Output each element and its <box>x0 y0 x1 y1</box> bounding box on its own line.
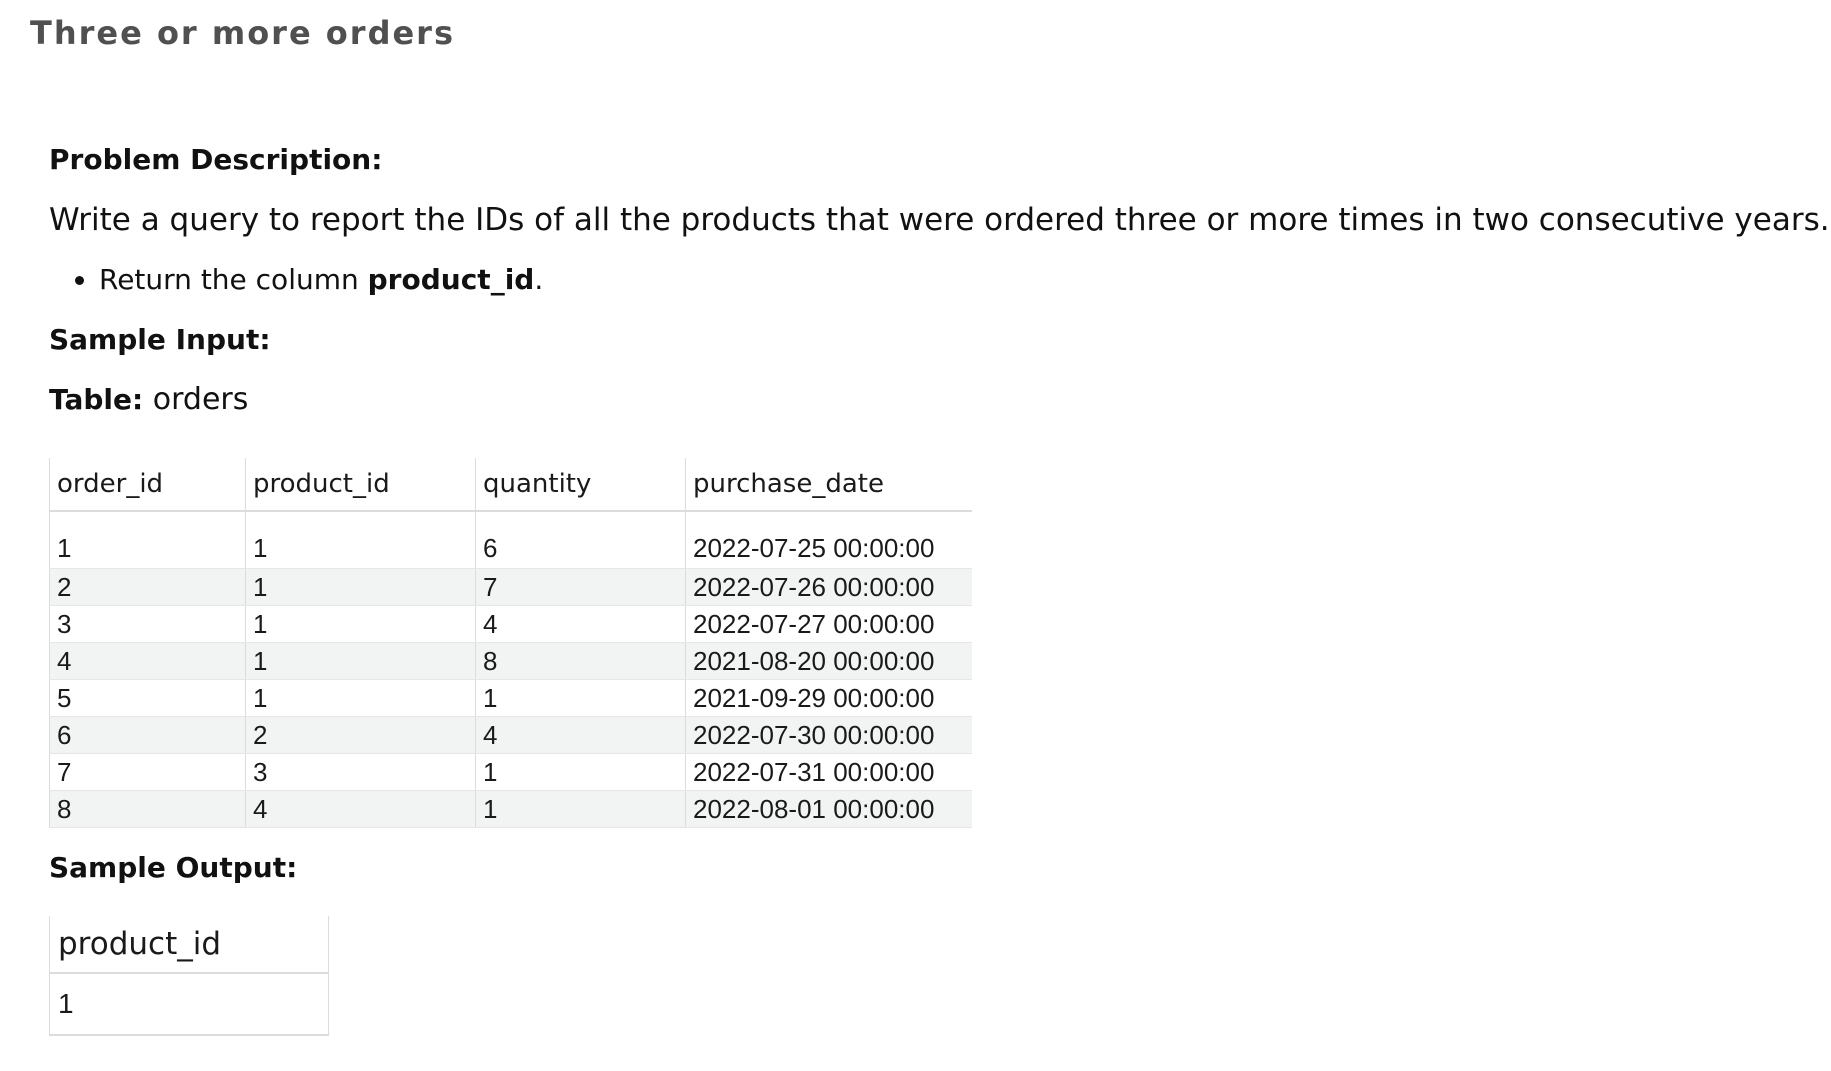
cell-quantity: 7 <box>475 568 686 606</box>
cell-order-id: 8 <box>49 790 246 828</box>
table-row: 5 1 1 2021-09-29 00:00:00 <box>49 679 972 717</box>
cell-quantity: 4 <box>475 605 686 643</box>
cell-product-id: 1 <box>245 568 476 606</box>
requirement-column-name: product_id <box>367 263 535 296</box>
cell-purchase-date: 2022-07-31 00:00:00 <box>685 753 972 791</box>
cell-quantity: 1 <box>475 679 686 717</box>
cell-product-id: 4 <box>245 790 476 828</box>
cell-order-id: 4 <box>49 642 246 680</box>
cell-quantity: 1 <box>475 753 686 791</box>
problem-description-heading: Problem Description: <box>49 143 383 176</box>
table-row: 3 1 4 2022-07-27 00:00:00 <box>49 605 972 643</box>
requirement-prefix: Return the column <box>99 263 368 296</box>
cell-order-id: 5 <box>49 679 246 717</box>
cell-product-id: 1 <box>245 605 476 643</box>
cell-order-id: 1 <box>49 511 246 569</box>
output-table: product_id 1 <box>49 916 329 1036</box>
requirements-list: Return the column product_id. <box>49 258 1809 302</box>
sample-input-heading: Sample Input: <box>49 323 271 356</box>
problem-description-text: Write a query to report the IDs of all t… <box>49 202 1830 238</box>
column-header-order-id: order_id <box>49 458 246 512</box>
cell-purchase-date: 2022-08-01 00:00:00 <box>685 790 972 828</box>
table-row: 7 3 1 2022-07-31 00:00:00 <box>49 753 972 791</box>
cell-order-id: 6 <box>49 716 246 754</box>
page-title: Three or more orders <box>30 14 455 52</box>
problem-content: Problem Description: Write a query to re… <box>49 138 1830 1036</box>
column-header-purchase-date: purchase_date <box>685 458 972 512</box>
cell-quantity: 4 <box>475 716 686 754</box>
requirement-item: Return the column product_id. <box>99 258 1809 302</box>
cell-product-id: 1 <box>245 679 476 717</box>
cell-purchase-date: 2021-08-20 00:00:00 <box>685 642 972 680</box>
orders-table: order_id product_id quantity purchase_da… <box>49 458 972 828</box>
table-row: 8 4 1 2022-08-01 00:00:00 <box>49 790 972 828</box>
cell-purchase-date: 2022-07-25 00:00:00 <box>685 511 972 569</box>
cell-order-id: 3 <box>49 605 246 643</box>
cell-product-id: 2 <box>245 716 476 754</box>
output-table-header-row: product_id <box>49 916 329 974</box>
cell-purchase-date: 2022-07-30 00:00:00 <box>685 716 972 754</box>
cell-quantity: 6 <box>475 511 686 569</box>
column-header-quantity: quantity <box>475 458 686 512</box>
cell-product-id: 1 <box>245 642 476 680</box>
orders-table-header-row: order_id product_id quantity purchase_da… <box>49 458 972 512</box>
table-label: Table: <box>49 383 144 416</box>
output-column-header-product-id: product_id <box>49 916 329 974</box>
cell-purchase-date: 2022-07-27 00:00:00 <box>685 605 972 643</box>
cell-quantity: 8 <box>475 642 686 680</box>
cell-purchase-date: 2021-09-29 00:00:00 <box>685 679 972 717</box>
cell-product-id: 1 <box>245 511 476 569</box>
output-cell-product-id: 1 <box>49 973 329 1036</box>
table-row: 4 1 8 2021-08-20 00:00:00 <box>49 642 972 680</box>
table-row: 2 1 7 2022-07-26 00:00:00 <box>49 568 972 606</box>
cell-purchase-date: 2022-07-26 00:00:00 <box>685 568 972 606</box>
requirement-suffix: . <box>534 263 544 296</box>
table-row: 6 2 4 2022-07-30 00:00:00 <box>49 716 972 754</box>
table-caption: Table: orders <box>49 378 1809 422</box>
table-row: 1 1 6 2022-07-25 00:00:00 <box>49 511 972 569</box>
cell-order-id: 2 <box>49 568 246 606</box>
cell-product-id: 3 <box>245 753 476 791</box>
column-header-product-id: product_id <box>245 458 476 512</box>
table-row: 1 <box>49 973 329 1036</box>
sample-output-heading: Sample Output: <box>49 851 298 884</box>
cell-order-id: 7 <box>49 753 246 791</box>
cell-quantity: 1 <box>475 790 686 828</box>
table-name: orders <box>152 382 249 417</box>
